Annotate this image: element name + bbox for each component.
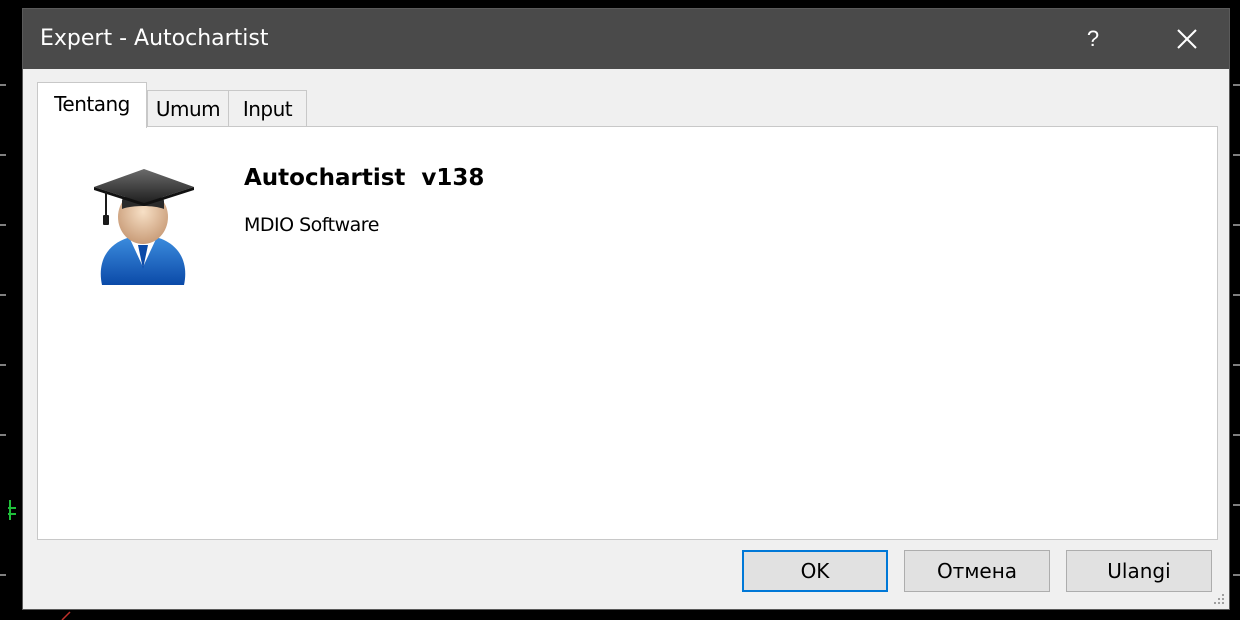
tab-umum[interactable]: Umum: [147, 90, 229, 126]
help-button[interactable]: ?: [1063, 9, 1123, 69]
titlebar[interactable]: Expert - Autochartist ?: [23, 9, 1229, 69]
tab-label: Tentang: [54, 92, 130, 116]
cancel-button[interactable]: Отмена: [904, 550, 1050, 592]
tab-tentang[interactable]: Tentang: [37, 82, 147, 128]
cancel-label: Отмена: [936, 559, 1018, 583]
graduate-avatar-icon: [94, 169, 194, 285]
resize-grip-icon[interactable]: [1213, 593, 1225, 605]
ok-button[interactable]: OK: [742, 550, 888, 592]
close-button[interactable]: [1157, 9, 1217, 69]
reset-label: Ulangi: [1107, 559, 1171, 583]
expert-dialog: Expert - Autochartist ? Tentang Umum Inp…: [22, 8, 1230, 610]
close-icon: [1177, 29, 1197, 49]
tab-label: Input: [242, 96, 293, 121]
help-label: ?: [1086, 26, 1100, 51]
window-title: Expert - Autochartist: [40, 26, 269, 51]
about-panel: Autochartist v138 MDIO Software: [37, 126, 1218, 540]
tab-input[interactable]: Input: [228, 90, 307, 126]
reset-button[interactable]: Ulangi: [1066, 550, 1212, 592]
expert-company: MDIO Software: [244, 214, 379, 236]
ok-label: OK: [800, 559, 830, 583]
expert-name: Autochartist v138: [244, 165, 485, 191]
tab-label: Umum: [155, 96, 221, 121]
